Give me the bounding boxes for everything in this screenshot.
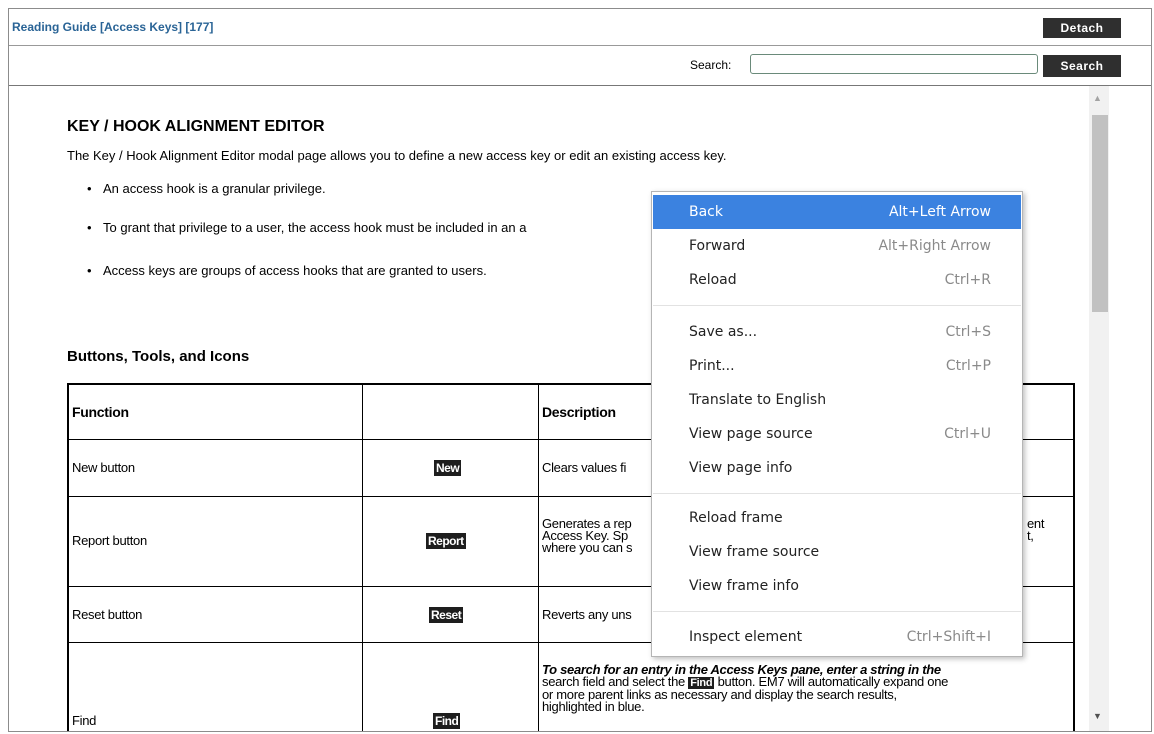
description-text: To search for an entry in the Access Key… [542, 662, 949, 714]
description-text: Clears values fi [542, 460, 627, 475]
vertical-scrollbar[interactable]: ▲ ▼ [1089, 86, 1109, 731]
scroll-down-arrow-icon[interactable]: ▼ [1093, 711, 1102, 721]
detach-button[interactable]: Detach [1043, 18, 1121, 38]
title-bar: Reading Guide [Access Keys] [177] Detach [9, 9, 1151, 46]
menu-item-inspect-element[interactable]: Inspect element Ctrl+Shift+I [653, 620, 1021, 654]
function-label: Reset button [72, 607, 143, 622]
search-button[interactable]: Search [1043, 55, 1121, 77]
bullet-item: An access hook is a granular privilege. [87, 181, 326, 196]
menu-separator [653, 305, 1021, 306]
window-title: Reading Guide [Access Keys] [177] [12, 20, 214, 34]
menu-item-view-frame-source[interactable]: View frame source [653, 535, 1021, 569]
header-description: Description [542, 404, 616, 420]
menu-item-translate[interactable]: Translate to English [653, 383, 1021, 417]
function-label: Report button [72, 533, 147, 548]
menu-item-forward[interactable]: Forward Alt+Right Arrow [653, 229, 1021, 263]
menu-item-print[interactable]: Print... Ctrl+P [653, 349, 1021, 383]
context-menu: Back Alt+Left Arrow Forward Alt+Right Arro… [651, 191, 1023, 657]
function-label: New button [72, 460, 135, 475]
description-text: Reverts any uns [542, 607, 632, 622]
menu-item-save-as[interactable]: Save as... Ctrl+S [653, 315, 1021, 349]
search-input[interactable] [750, 54, 1038, 74]
menu-item-back[interactable]: Back Alt+Left Arrow [653, 195, 1021, 229]
find-button-image: Find [433, 713, 461, 729]
page-heading: KEY / HOOK ALIGNMENT EDITOR [67, 118, 325, 135]
menu-item-view-frame-info[interactable]: View frame info [653, 569, 1021, 603]
report-button-image: Report [426, 533, 466, 549]
scrollbar-thumb[interactable] [1092, 115, 1108, 312]
search-label: Search: [690, 58, 732, 72]
menu-item-reload-frame[interactable]: Reload frame [653, 501, 1021, 535]
menu-separator [653, 611, 1021, 612]
section-heading: Buttons, Tools, and Icons [67, 348, 250, 365]
function-label: Find [72, 713, 97, 728]
menu-item-view-page-info[interactable]: View page info [653, 451, 1021, 485]
new-button-image: New [434, 460, 462, 476]
header-function: Function [72, 404, 129, 420]
scroll-up-arrow-icon[interactable]: ▲ [1093, 93, 1102, 103]
reset-button-image: Reset [429, 607, 464, 623]
intro-text: The Key / Hook Alignment Editor modal pa… [67, 148, 727, 163]
menu-item-reload[interactable]: Reload Ctrl+R [653, 263, 1021, 297]
bullet-item: Access keys are groups of access hooks t… [87, 263, 487, 278]
menu-item-view-page-source[interactable]: View page source Ctrl+U [653, 417, 1021, 451]
search-bar: Search: Search [9, 46, 1151, 86]
menu-separator [653, 493, 1021, 494]
bullet-item: To grant that privilege to a user, the a… [87, 220, 527, 235]
description-text-right: ent t, [1027, 516, 1045, 543]
